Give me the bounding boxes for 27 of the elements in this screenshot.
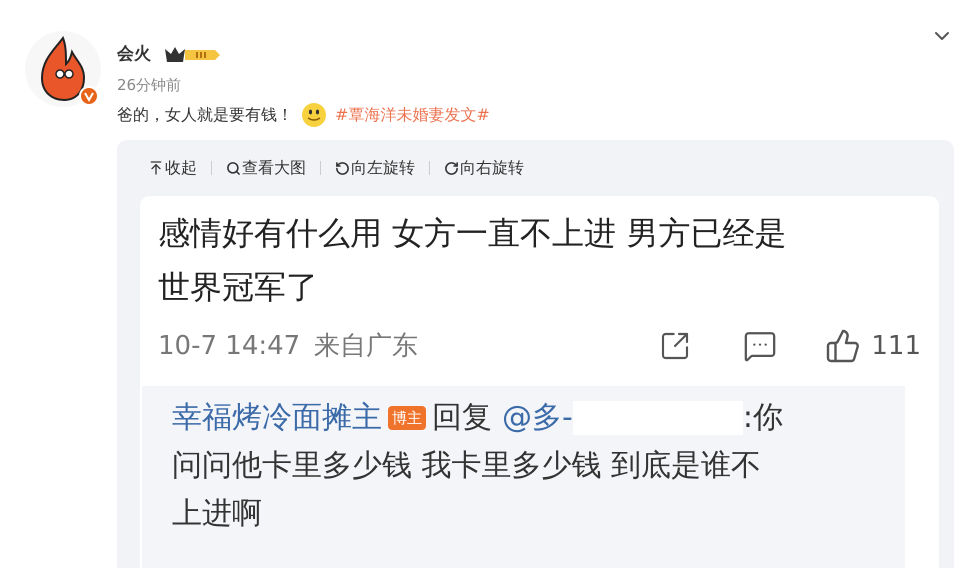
author-name[interactable]: 会火 xyxy=(117,42,151,68)
post-text: 爸的，女人就是要有钱！ xyxy=(117,104,293,126)
mention-link[interactable]: @多- xyxy=(502,394,573,442)
blogger-badge: 博主 xyxy=(388,406,426,430)
post-time: 26分钟前 xyxy=(117,74,182,96)
toolbar-button[interactable]: 向右旋转 xyxy=(444,156,524,180)
comment-text-line: 世界冠军了 xyxy=(158,267,318,308)
reply-author[interactable]: 幸福烤冷面摊主 xyxy=(172,394,382,442)
comment-icon[interactable] xyxy=(743,329,778,363)
rotate-right-icon xyxy=(444,160,459,176)
toolbar-button[interactable]: 收起 xyxy=(148,156,197,180)
smiley-icon xyxy=(301,102,327,128)
search-icon xyxy=(226,160,241,176)
like-count: 111 xyxy=(871,330,921,362)
comment-location: 来自广东 xyxy=(314,330,418,362)
rotate-left-icon xyxy=(335,160,350,176)
reply-verb: 回复 xyxy=(432,399,492,437)
toolbar-button[interactable]: 查看大图 xyxy=(226,156,306,180)
like-icon[interactable] xyxy=(825,328,862,364)
reply-text-line: 上进啊 xyxy=(172,495,262,533)
collapse-icon xyxy=(148,160,164,176)
comment-time: 10-7 14:47 xyxy=(158,330,300,362)
reply-text-line: :你 xyxy=(742,399,783,437)
comment-text-line: 感情好有什么用 女方一直不上进 男方已经是 xyxy=(158,213,786,254)
toolbar-button[interactable]: 向左旋转 xyxy=(335,156,415,180)
crown-badge-icon xyxy=(163,44,221,65)
reply-text-line: 问问他卡里多少钱 我卡里多少钱 到底是谁不 xyxy=(172,447,762,485)
